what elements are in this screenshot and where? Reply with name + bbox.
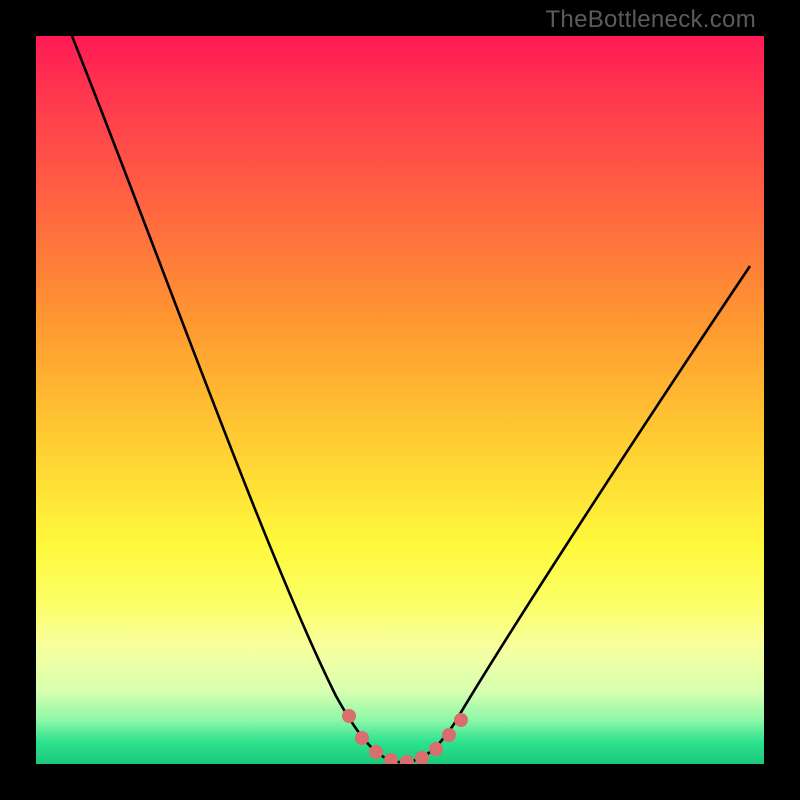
marker-dot [384,753,398,764]
watermark-text: TheBottleneck.com [545,6,756,34]
marker-dot [355,731,369,745]
marker-group [342,709,468,764]
marker-dot [442,728,456,742]
chart-svg [36,36,764,764]
marker-dot [342,709,356,723]
marker-dot [429,742,443,756]
marker-dot [369,745,383,759]
marker-dot [400,755,414,764]
marker-dot [454,713,468,727]
chart-plot-area [36,36,764,764]
bottleneck-curve [72,36,750,762]
